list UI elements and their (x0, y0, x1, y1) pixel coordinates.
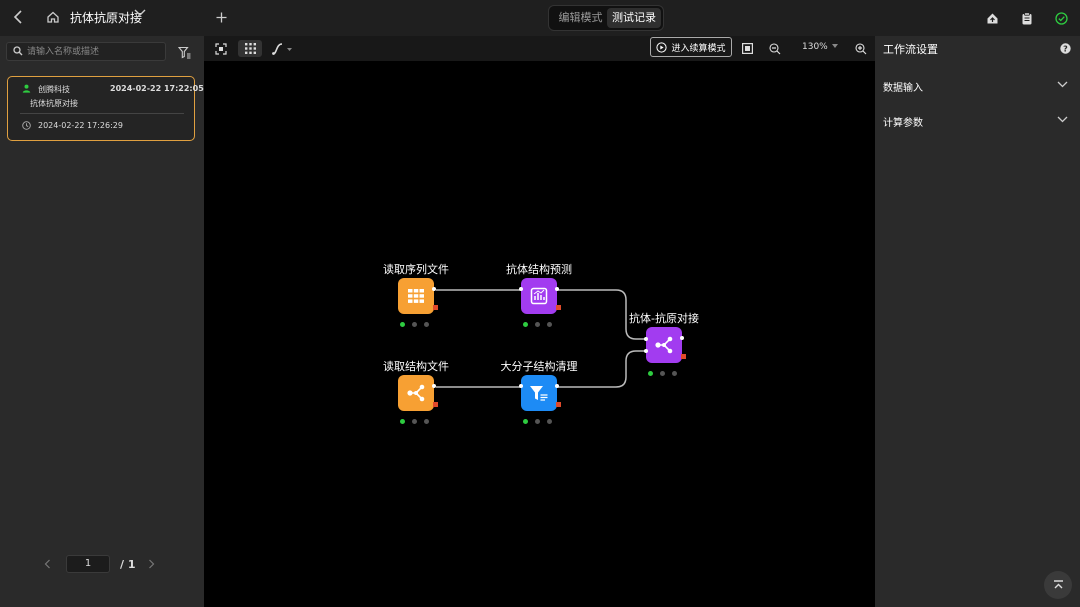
section-calc-params[interactable]: 计算参数 (875, 108, 1080, 132)
plus-icon (216, 12, 226, 22)
output-port[interactable] (555, 384, 559, 388)
search-icon (13, 46, 23, 56)
clock-icon (22, 121, 31, 130)
error-port[interactable] (433, 402, 438, 407)
prediction-chart-icon (530, 287, 548, 305)
svg-text:?: ? (1063, 44, 1068, 53)
node-label-read-seq: 读取序列文件 (383, 263, 449, 276)
records-panel: 创腾科技 2024-02-22 17:22:05 抗体抗原对接 2024-02-… (0, 36, 204, 607)
search-input[interactable] (27, 43, 161, 60)
output-port[interactable] (555, 287, 559, 291)
chevron-down-icon[interactable] (1055, 112, 1069, 126)
error-port[interactable] (681, 354, 686, 359)
canvas-toolbar: 进入续算模式 130% (204, 36, 875, 61)
calc-button-label: 进入续算模式 (671, 43, 726, 54)
node-read-seq[interactable] (398, 278, 438, 314)
home-icon[interactable] (44, 8, 62, 26)
settings-title: 工作流设置 (883, 43, 938, 56)
status-ok-icon[interactable] (1053, 10, 1069, 26)
zoom-level[interactable]: 130% (802, 42, 828, 52)
connector-style-icon[interactable] (270, 40, 296, 57)
input-port[interactable] (519, 287, 523, 291)
node-macro-clean[interactable] (519, 375, 561, 411)
mode-switch: 编辑模式 测试记录 (548, 5, 664, 31)
help-icon[interactable]: ? (1059, 42, 1071, 54)
arrow-up-to-top-icon (1053, 579, 1063, 588)
record-flow-name: 抗体抗原对接 (30, 99, 78, 108)
chevron-left-icon (13, 10, 22, 24)
record-run-time: 2024-02-22 17:26:29 (38, 121, 123, 130)
node-label-read-struct: 读取结构文件 (383, 360, 449, 373)
chevron-down-icon[interactable] (1055, 77, 1069, 91)
play-circle-icon (656, 41, 668, 53)
back-button[interactable] (10, 8, 26, 26)
divider (20, 113, 184, 114)
node-label-docking: 抗体-抗原对接 (629, 312, 699, 325)
scroll-to-top-button[interactable] (1044, 571, 1072, 599)
fullscreen-icon[interactable] (738, 40, 756, 57)
node-status-dots (523, 419, 555, 425)
user-icon (22, 84, 31, 93)
page-number-input[interactable]: 1 (66, 555, 110, 573)
section-label: 数据输入 (883, 83, 923, 94)
node-status-dots (523, 322, 555, 328)
workflow-canvas[interactable]: 读取序列文件 抗体结构预测 读取结构文件 大分子结构清理 抗体-抗原对接 (204, 61, 875, 607)
output-port[interactable] (680, 336, 684, 340)
filter-icon[interactable] (176, 44, 192, 60)
node-antibody-pred[interactable] (519, 278, 561, 314)
zoom-out-icon[interactable] (766, 40, 784, 57)
search-box (6, 42, 166, 61)
input-port[interactable] (644, 337, 648, 341)
publish-icon[interactable] (984, 10, 1000, 26)
record-created-time: 2024-02-22 17:22:05 (110, 84, 204, 93)
clipboard-icon[interactable] (1019, 10, 1035, 26)
node-status-dots (648, 371, 680, 377)
input-port[interactable] (644, 349, 648, 353)
output-port[interactable] (432, 384, 436, 388)
fit-view-icon[interactable] (212, 40, 230, 57)
test-record-card[interactable]: 创腾科技 2024-02-22 17:22:05 抗体抗原对接 2024-02-… (7, 76, 204, 141)
enter-continue-calc-button[interactable]: 进入续算模式 (650, 37, 732, 57)
zoom-in-icon[interactable] (852, 40, 870, 57)
node-read-struct[interactable] (398, 375, 438, 411)
node-label-antibody-pred: 抗体结构预测 (506, 263, 572, 276)
error-port[interactable] (433, 305, 438, 310)
record-owner: 创腾科技 (38, 85, 70, 94)
flow-title[interactable]: 抗体抗原对接 (70, 9, 142, 26)
edge-layer (436, 289, 646, 388)
section-data-input[interactable]: 数据输入 (875, 73, 1080, 97)
top-bar: 抗体抗原对接 编辑模式 测试记录 (0, 0, 1080, 36)
node-status-dots (400, 419, 432, 425)
node-label-macro-clean: 大分子结构清理 (500, 360, 578, 373)
node-docking[interactable] (644, 327, 686, 363)
molecule-icon (407, 384, 425, 402)
error-port[interactable] (556, 305, 561, 310)
filter-list-icon (530, 386, 548, 401)
output-port[interactable] (432, 287, 436, 291)
workflow-settings-panel: 工作流设置 ? 数据输入 计算参数 (875, 36, 1080, 607)
section-label: 计算参数 (883, 118, 923, 129)
error-port[interactable] (556, 402, 561, 407)
pager-next-icon[interactable] (148, 558, 155, 572)
grid-toggle-icon[interactable] (238, 40, 262, 57)
molecule-icon (655, 336, 673, 354)
tab-test-records[interactable]: 测试记录 (607, 8, 661, 28)
pager-prev-icon[interactable] (44, 558, 51, 572)
page-total: / 1 (120, 558, 136, 571)
chevron-down-icon[interactable] (134, 9, 146, 17)
zoom-dropdown-icon[interactable] (832, 41, 838, 50)
node-status-dots (400, 322, 432, 328)
input-port[interactable] (519, 384, 523, 388)
table-icon (408, 289, 424, 303)
add-tab-button[interactable] (212, 7, 230, 27)
tab-edit-mode[interactable]: 编辑模式 (553, 9, 608, 27)
